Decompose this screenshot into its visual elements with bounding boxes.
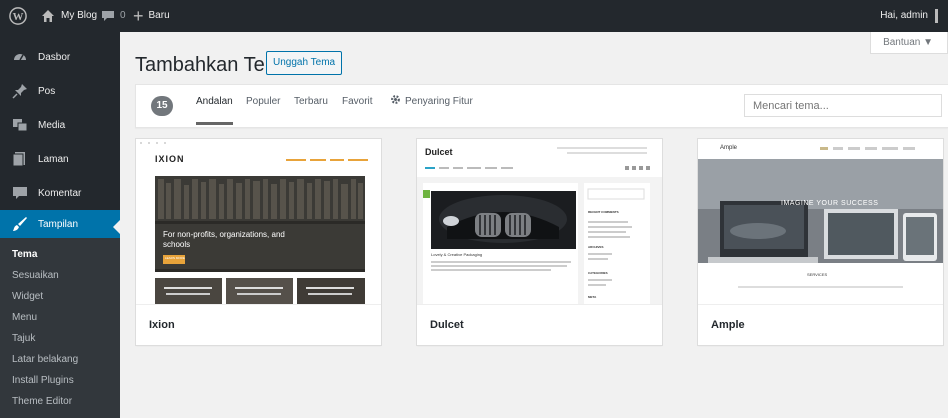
theme-card-ixion[interactable]: IXION For non-profits, organizations, an… [135,138,382,346]
submenu-latar-belakang[interactable]: Latar belakang [0,349,120,370]
theme-search-input[interactable] [744,94,942,117]
admin-sidebar: Dasbor Pos Media Laman Komentar Tampilan… [0,32,121,418]
dulcet-post-title: Lovely & Creative Packaging [431,252,483,257]
theme-name: Ixion [136,304,381,345]
feature-filter-button[interactable]: Penyaring Fitur [390,85,473,127]
sidebar-item-label: Tampilan [38,218,79,230]
help-tab[interactable]: Bantuan ▼ [870,32,948,54]
brush-icon [10,214,30,234]
sidebar-item-label: Pos [38,85,56,97]
page-icon [10,149,30,169]
sidebar-item-dasbor[interactable]: Dasbor [0,40,120,74]
submenu-tajuk[interactable]: Tajuk [0,328,120,349]
theme-screenshot[interactable]: IXION For non-profits, organizations, an… [136,139,381,304]
theme-screenshot[interactable]: Ample IMAGINE YOUR SUCCESS SERVICES [698,139,943,304]
theme-name: Dulcet [417,304,662,345]
my-account-link[interactable]: Hai, admin [880,0,938,32]
home-icon [42,10,54,22]
dulcet-widget-heading: CATEGORIES [588,271,608,275]
theme-screenshot[interactable]: Dulcet Lovely & Creative Packaging RECEN… [417,139,662,304]
main-content: Bantuan ▼ Tambahkan Tema Unggah Tema 15 … [120,32,948,364]
filter-bar: 15 Andalan Populer Terbaru Favorit Penya… [135,84,948,128]
theme-card-ample[interactable]: Ample IMAGINE YOUR SUCCESS SERVICES Ampl… [697,138,944,346]
submenu-tema[interactable]: Tema [0,244,120,265]
dulcet-logo: Dulcet [425,147,453,157]
plus-icon: + [133,6,144,26]
greeting: Hai, admin [880,10,928,21]
ample-section-title: SERVICES [807,272,828,277]
feature-filter-label: Penyaring Fitur [405,96,473,107]
ixion-hero-button: LEARN MORE [165,256,185,260]
theme-name: Ample [698,304,943,345]
submenu-theme-editor[interactable]: Theme Editor [0,391,120,412]
theme-count-badge: 15 [151,96,173,116]
comments-link[interactable]: 0 [101,0,126,32]
filter-terbaru[interactable]: Terbaru [294,85,328,127]
ample-logo: Ample [720,145,738,151]
avatar [935,9,938,23]
dulcet-widget-heading: ARCHIVES [588,245,604,249]
wordpress-logo-icon[interactable]: W [9,0,27,32]
new-content-link[interactable]: + Baru [133,0,170,32]
sidebar-item-label: Dasbor [38,51,71,63]
filter-populer[interactable]: Populer [246,85,280,127]
appearance-submenu: Tema Sesuaikan Widget Menu Tajuk Latar b… [0,238,120,418]
submenu-sesuaikan[interactable]: Sesuaikan [0,265,120,286]
upload-theme-button[interactable]: Unggah Tema [266,51,343,75]
comment-count: 0 [120,10,126,21]
gear-icon [390,85,401,119]
sidebar-item-tampilan[interactable]: Tampilan [0,210,121,238]
dulcet-widget-heading: META [588,295,597,299]
ample-hero-text: IMAGINE YOUR SUCCESS [781,200,879,207]
svg-text:W: W [13,11,24,23]
admin-bar: W My Blog 0 + Baru Hai, admin [0,0,948,32]
sidebar-item-media[interactable]: Media [0,108,120,142]
filter-favorit[interactable]: Favorit [342,85,373,127]
dashboard-icon [10,47,30,67]
filter-andalan[interactable]: Andalan [196,85,233,125]
new-label: Baru [148,10,170,21]
sidebar-item-komentar[interactable]: Komentar [0,176,120,210]
submenu-widget[interactable]: Widget [0,286,120,307]
sidebar-item-pos[interactable]: Pos [0,74,120,108]
sidebar-item-laman[interactable]: Laman [0,142,120,176]
media-icon [10,115,30,135]
submenu-menu[interactable]: Menu [0,307,120,328]
sidebar-item-label: Komentar [38,187,82,199]
comment-icon [10,183,30,203]
sidebar-item-label: Laman [38,153,69,165]
site-name: My Blog [61,10,98,21]
comment-bubble-icon [102,11,114,21]
submenu-install-plugins[interactable]: Install Plugins [0,370,120,391]
site-name-link[interactable]: My Blog [40,0,97,32]
dulcet-widget-heading: RECENT COMMENTS [588,210,619,214]
ixion-hero-text: For non-profits, organizations, and scho… [163,230,285,249]
pin-icon [10,81,30,101]
ixion-logo: IXION [155,154,185,164]
theme-card-dulcet[interactable]: Dulcet Lovely & Creative Packaging RECEN… [416,138,663,346]
sidebar-item-label: Media [38,119,66,131]
